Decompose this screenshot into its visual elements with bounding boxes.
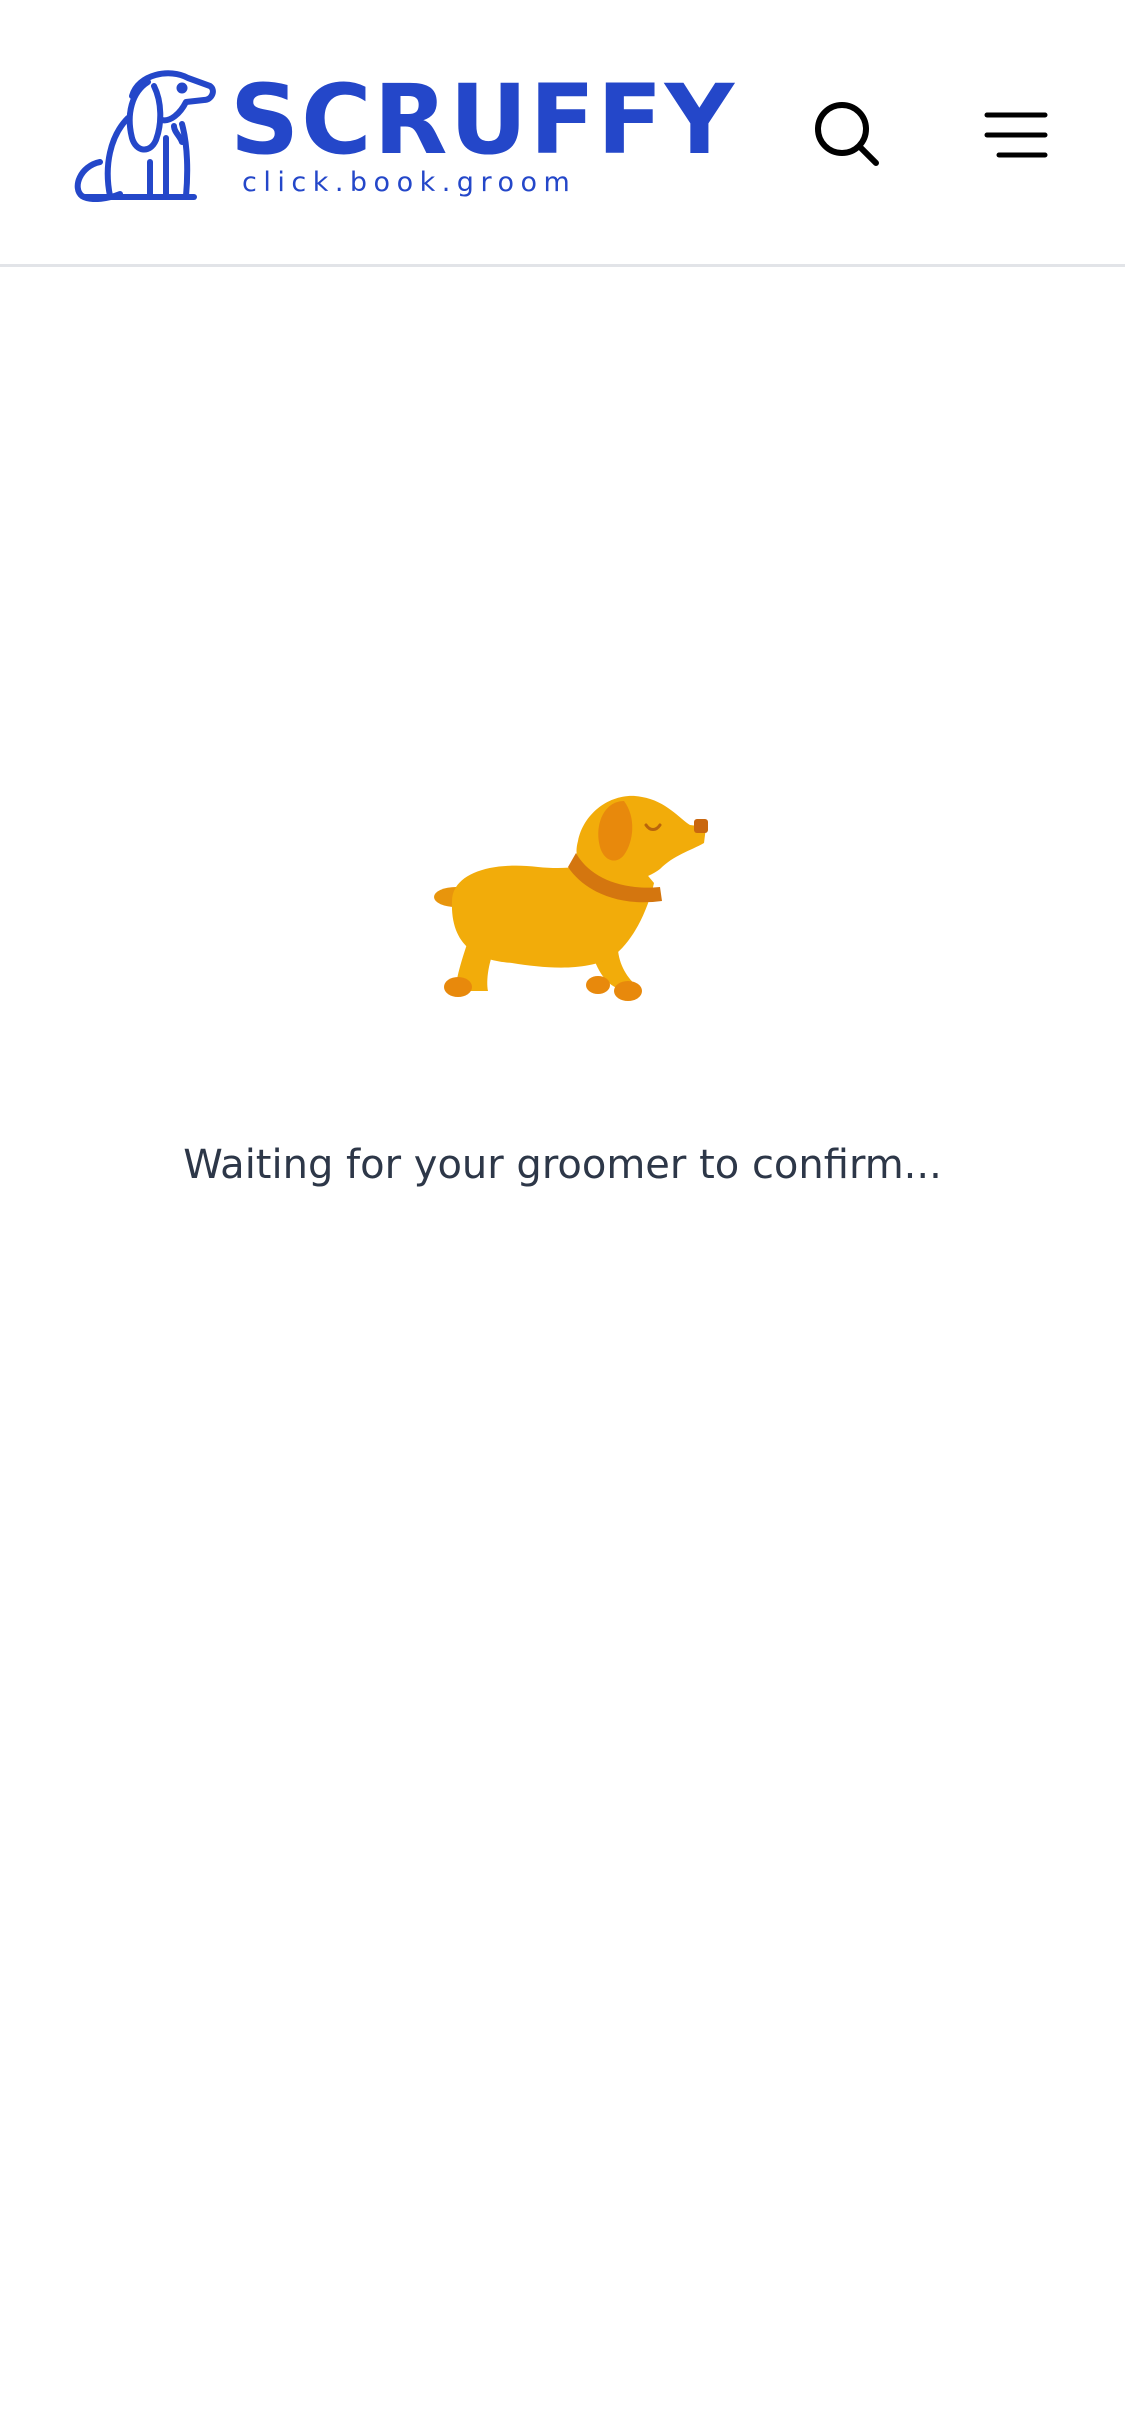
app-header: SCRUFFY click.book.groom xyxy=(0,0,1125,267)
scruffy-logo[interactable]: SCRUFFY click.book.groom xyxy=(70,66,734,202)
search-icon xyxy=(815,102,879,166)
search-button[interactable] xyxy=(808,95,888,175)
brand-name: SCRUFFY xyxy=(230,64,737,176)
main-content: Waiting for your groomer to confirm... xyxy=(0,267,1125,2436)
menu-icon xyxy=(984,112,1048,158)
menu-button[interactable] xyxy=(976,95,1056,175)
waiting-status-text: Waiting for your groomer to confirm... xyxy=(183,1142,942,1188)
brand-tagline: click.book.groom xyxy=(242,167,577,198)
walking-dog-icon xyxy=(434,795,708,1001)
dog-logo-icon xyxy=(74,70,216,202)
